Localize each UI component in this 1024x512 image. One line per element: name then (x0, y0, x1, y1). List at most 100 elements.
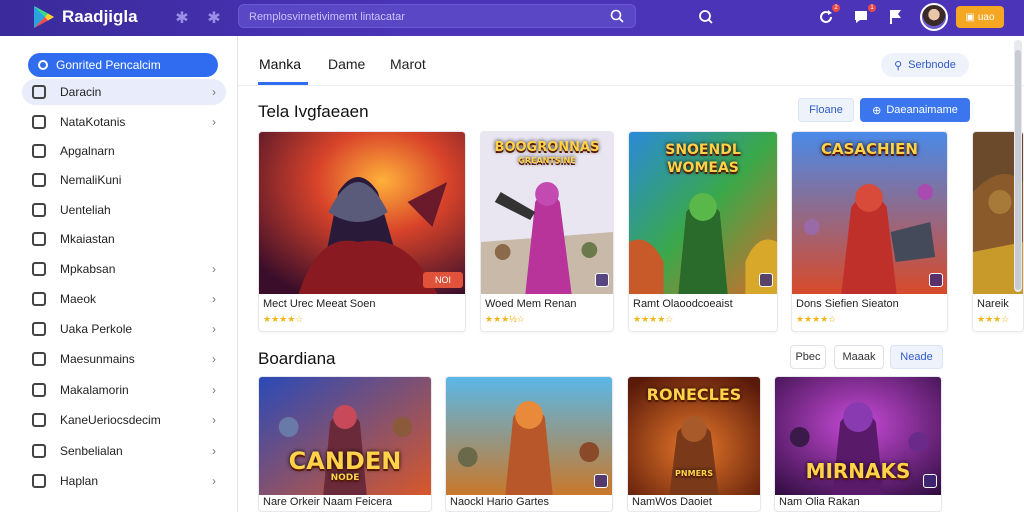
game-name: Ramt Olaoodcoeaist (633, 298, 733, 310)
game-art-title: RONECLES (646, 385, 742, 404)
section-title: Tela Ivgfaeaen (258, 102, 369, 121)
game-art-subtitle: PNMERS (675, 469, 713, 478)
game-card[interactable]: MIRNAKS Nam Olia Rakan (774, 376, 942, 512)
sidebar-item[interactable]: Maeok › (22, 286, 226, 312)
sidebar-item[interactable]: Mkaiastan (22, 226, 226, 252)
search-icon[interactable] (609, 8, 625, 24)
sidebar-item[interactable]: Maesunmains › (22, 346, 226, 372)
category-icon (32, 413, 46, 427)
puzzle-icon[interactable]: ✱ (172, 8, 192, 28)
sidebar-item[interactable]: Mpkabsan › (22, 256, 226, 282)
game-card[interactable]: Naockl Hario Gartes (445, 376, 613, 512)
brand-name[interactable]: Raadjigla (62, 7, 138, 27)
chat-icon[interactable]: 1 (852, 4, 876, 27)
category-icon (32, 383, 46, 397)
download-icon: ⊕ (872, 104, 882, 117)
game-card[interactable]: NOI Mect Urec Meeat Soen ★★★★☆ (258, 131, 466, 332)
sidebar-item-label: Uenteliah (60, 203, 111, 217)
expand-icon[interactable] (923, 474, 937, 488)
wallet-button[interactable]: ▣ uao (956, 6, 1004, 28)
download-button[interactable]: ⊕ Daeanaimame (860, 98, 970, 122)
game-card[interactable]: CANDEN NODE Nare Orkeir Naam Feicera (258, 376, 432, 512)
game-card[interactable]: SNOENDL WOMEAS Ramt Olaoodcoeaist ★★★★☆ (628, 131, 778, 332)
filter-button[interactable]: Neade (890, 345, 943, 369)
sidebar-item-label: Haplan (60, 474, 99, 488)
search-button-label: Serbnode (908, 59, 956, 71)
sidebar-item[interactable]: Haplan › (22, 468, 226, 494)
category-icon (32, 352, 46, 366)
sidebar: Gonrited Pencalcim Daracin › NataKotanis › A… (0, 36, 238, 512)
sidebar-item-label: Maeok (60, 292, 97, 306)
sidebar-item[interactable]: Makalamorin › (22, 377, 226, 403)
sidebar-item-label: Senbelialan (60, 444, 123, 458)
category-button-label: Gonrited Pencalcim (56, 58, 161, 72)
sidebar-item[interactable]: NemaliKuni (22, 167, 226, 193)
expand-icon[interactable] (759, 273, 773, 287)
main-content: Manka Dame Marot ⚲ Serbnode Tela Ivgfaea… (238, 36, 1024, 512)
category-icon (32, 474, 46, 488)
sidebar-item-label: Uaka Perkole (60, 322, 133, 336)
avatar[interactable] (920, 3, 948, 31)
sidebar-item[interactable]: KaneUeriocsdecim › (22, 407, 226, 433)
game-art-title: MIRNAKS (805, 459, 911, 483)
game-art-subtitle: GREANTSINE (518, 156, 576, 165)
category-icon (32, 203, 46, 217)
filter-button[interactable]: Floane (798, 98, 854, 122)
notification-badge: 1 (868, 4, 876, 12)
rating-stars: ★★★★☆ (796, 314, 837, 324)
search-input[interactable] (249, 8, 599, 26)
category-icon (32, 292, 46, 306)
sidebar-item-label: NataKotanis (60, 115, 126, 129)
play-logo-icon[interactable] (30, 4, 56, 30)
flag-icon[interactable] (886, 7, 906, 27)
expand-icon[interactable] (595, 273, 609, 287)
download-button-label: Daeanaimame (886, 104, 958, 116)
game-card[interactable]: CASACHIEN Dons Siefien Sieaton ★★★★☆ (791, 131, 948, 332)
game-art (259, 132, 465, 294)
expand-icon[interactable] (594, 474, 608, 488)
scrollbar-thumb[interactable] (1015, 50, 1021, 290)
chevron-right-icon: › (212, 262, 216, 276)
search-icon[interactable] (696, 7, 716, 27)
search-bar[interactable] (238, 4, 636, 28)
rating-stars: ★★★½☆ (485, 314, 525, 324)
search-button[interactable]: ⚲ Serbnode (881, 53, 969, 77)
game-card[interactable]: RONECLES PNMERS NamWos Daoiet (627, 376, 761, 512)
sidebar-item[interactable]: Apgalnarn (22, 138, 226, 164)
chevron-right-icon: › (212, 383, 216, 397)
sidebar-item-label: Mkaiastan (60, 232, 115, 246)
filter-button[interactable]: Maaak (834, 345, 884, 369)
chevron-right-icon: › (212, 292, 216, 306)
game-art-title: BOOGRONNAS (494, 140, 600, 155)
game-art-subtitle: NODE (330, 473, 360, 483)
price-tag[interactable]: NOI (423, 272, 463, 288)
sidebar-item[interactable]: NataKotanis › (22, 109, 226, 135)
sidebar-item[interactable]: Uenteliah (22, 197, 226, 223)
tab-manka[interactable]: Manka (259, 56, 301, 72)
wallet-label: uao (977, 11, 995, 23)
game-art-title: CASACHIEN (821, 140, 918, 158)
game-name: Nam Olia Rakan (779, 496, 860, 508)
expand-icon[interactable] (929, 273, 943, 287)
star-icon[interactable]: ✱ (204, 8, 224, 28)
sidebar-item-label: Mpkabsan (60, 262, 116, 276)
game-card[interactable]: BOOGRONNAS GREANTSINE Woed Mem Renan ★★★… (480, 131, 614, 332)
filter-button[interactable]: Pbec (790, 345, 826, 369)
search-icon: ⚲ (894, 59, 903, 72)
category-icon (38, 60, 48, 70)
sidebar-item[interactable]: Daracin › (22, 79, 226, 105)
rating-stars: ★★★☆ (977, 314, 1010, 324)
category-icon (32, 85, 46, 99)
category-icon (32, 262, 46, 276)
sidebar-item-label: Daracin (60, 85, 102, 99)
chevron-right-icon: › (212, 474, 216, 488)
chevron-right-icon: › (212, 322, 216, 336)
chevron-right-icon: › (212, 413, 216, 427)
chevron-right-icon: › (212, 85, 216, 99)
sidebar-item[interactable]: Senbelialan › (22, 438, 226, 464)
refresh-icon[interactable]: 2 (816, 4, 840, 27)
category-button[interactable]: Gonrited Pencalcim (28, 53, 218, 77)
tab-dame[interactable]: Dame (328, 56, 365, 72)
sidebar-item[interactable]: Uaka Perkole › (22, 316, 226, 342)
tab-marot[interactable]: Marot (390, 56, 426, 72)
